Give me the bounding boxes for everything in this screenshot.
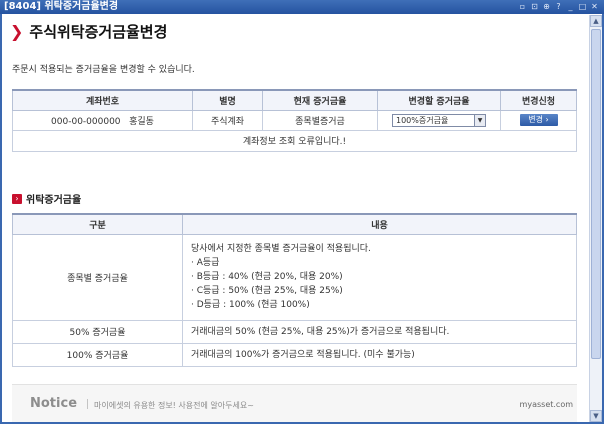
account-number: 000-00-000000 홍길동 [12, 109, 193, 131]
window-controls: ▫ ⊡ ⊕ ? _ □ ✕ [517, 1, 600, 12]
account-table: 계좌번호 별명 현재 증거금율 변경할 증거금율 변경신청 000-00-000… [12, 89, 577, 152]
table-header-row: 계좌번호 별명 현재 증거금율 변경할 증거금율 변경신청 [12, 89, 577, 111]
rate-category: 100% 증거금율 [12, 342, 183, 367]
error-message: 계좌정보 조회 오류입니다.! [12, 129, 577, 152]
account-nickname: 주식계좌 [192, 109, 263, 131]
rate-line: · C등급 : 50% (현금 25%, 대용 25%) [191, 286, 343, 296]
notice-message[interactable]: 마이에셋의 유용한 정보! 사용전에 알아두세요~ [94, 400, 254, 411]
header-current-rate: 현재 증거금율 [262, 89, 378, 111]
rate-content: 당사에서 지정한 종목별 증거금율이 적용됩니다. · A등급 · B등급 : … [182, 233, 577, 321]
rate-category: 50% 증거금율 [12, 319, 183, 344]
section-title: 위탁증거금율 [26, 195, 82, 206]
header-category: 구분 [12, 213, 183, 235]
scroll-down-icon[interactable]: ▼ [590, 410, 602, 422]
notice-divider [87, 399, 88, 409]
dropdown-arrow-icon[interactable]: ▼ [474, 114, 485, 126]
table-row: 종목별 증거금율 당사에서 지정한 종목별 증거금율이 적용됩니다. · A등급… [12, 233, 577, 321]
current-rate: 종목별증거금 [262, 109, 378, 131]
page-title: 주식위탁증거금율변경 [29, 23, 168, 41]
close-icon[interactable]: ✕ [589, 1, 600, 12]
rate-table: 구분 내용 종목별 증거금율 당사에서 지정한 종목별 증거금율이 적용됩니다.… [12, 213, 577, 367]
window-title: [8404] 위탁증거금율변경 [4, 1, 119, 12]
rate-line: 당사에서 지정한 종목별 증거금율이 적용됩니다. [191, 244, 371, 254]
table-row: 000-00-000000 홍길동 주식계좌 종목별증거금 100%증거금율 ▼… [12, 109, 577, 131]
main-content: ❯ 주식위탁증거금율변경 주문시 적용되는 증거금율을 변경할 수 있습니다. … [2, 15, 587, 422]
table-header-row: 구분 내용 [12, 213, 577, 235]
restore-icon[interactable]: ▫ [517, 1, 528, 12]
header-apply: 변경신청 [500, 89, 577, 111]
pin-icon[interactable]: ⊡ [529, 1, 540, 12]
scroll-up-icon[interactable]: ▲ [590, 15, 602, 27]
table-row: 50% 증거금율 거래대금의 50% (현금 25%, 대용 25%)가 증거금… [12, 319, 577, 344]
rate-line: · B등급 : 40% (현금 20%, 대용 20%) [191, 272, 343, 282]
vertical-scrollbar[interactable]: ▲ ▼ [589, 15, 602, 422]
help-icon[interactable]: ? [553, 1, 564, 12]
rate-content: 거래대금의 100%가 증거금으로 적용됩니다. (미수 불가능) [182, 342, 577, 367]
link-icon[interactable]: ⊕ [541, 1, 552, 12]
new-rate-cell: 100%증거금율 ▼ [377, 109, 501, 131]
page-description: 주문시 적용되는 증거금율을 변경할 수 있습니다. [12, 65, 195, 75]
notice-banner: Notice 마이에셋의 유용한 정보! 사용전에 알아두세요~ myasset… [12, 384, 577, 422]
error-row: 계좌정보 조회 오류입니다.! [12, 129, 577, 152]
new-rate-value: 100%증거금율 [396, 115, 449, 125]
section-title-block: › 위탁증거금율 [12, 191, 81, 206]
window-titlebar: [8404] 위탁증거금율변경 ▫ ⊡ ⊕ ? _ □ ✕ [0, 0, 604, 14]
page-title-block: ❯ 주식위탁증거금율변경 [10, 22, 168, 42]
header-account: 계좌번호 [12, 89, 193, 111]
minimize-icon[interactable]: _ [565, 1, 576, 12]
maximize-icon[interactable]: □ [577, 1, 588, 12]
rate-line: · D등급 : 100% (현금 100%) [191, 300, 310, 310]
header-new-rate: 변경할 증거금율 [377, 89, 501, 111]
header-nickname: 별명 [192, 89, 263, 111]
change-button[interactable]: 변경 › [519, 114, 558, 126]
brand-logo: myasset.com [519, 400, 573, 409]
new-rate-select[interactable]: 100%증거금율 ▼ [392, 113, 486, 127]
header-content: 내용 [182, 213, 577, 235]
scroll-thumb[interactable] [591, 29, 601, 359]
table-row: 100% 증거금율 거래대금의 100%가 증거금으로 적용됩니다. (미수 불… [12, 342, 577, 367]
rate-category: 종목별 증거금율 [12, 233, 183, 321]
chevron-right-icon: ❯ [10, 22, 24, 41]
apply-cell: 변경 › [500, 109, 577, 131]
notice-label: Notice [30, 396, 78, 411]
chevron-right-icon: › [12, 193, 22, 204]
rate-content: 거래대금의 50% (현금 25%, 대용 25%)가 증거금으로 적용됩니다. [182, 319, 577, 344]
rate-line: · A등급 [191, 258, 220, 268]
